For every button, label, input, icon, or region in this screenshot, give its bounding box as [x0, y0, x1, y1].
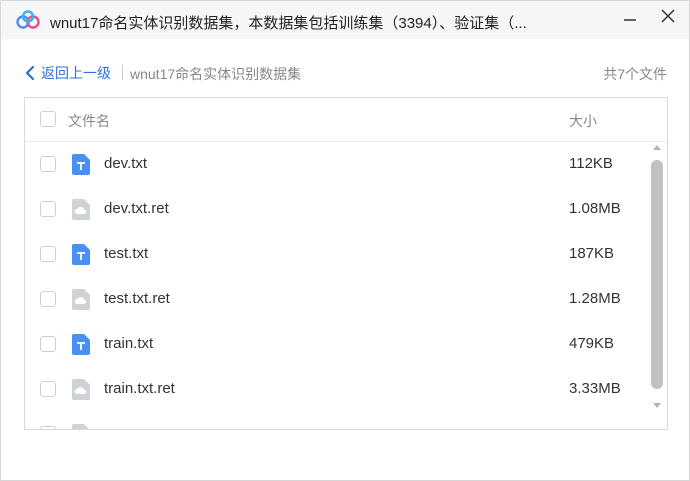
- file-size: 3.33MB: [569, 380, 621, 397]
- file-name: train.txt: [104, 335, 154, 352]
- back-button-label: 返回上一级: [41, 65, 111, 81]
- file-name: test.txt.ret: [104, 290, 170, 307]
- file-row-checkbox[interactable]: [40, 426, 56, 429]
- scrollbar-thumb[interactable]: [651, 160, 663, 389]
- file-name: dev.txt.ret: [104, 200, 169, 217]
- back-button[interactable]: 返回上一级: [23, 63, 111, 83]
- chevron-left-icon: [25, 65, 35, 81]
- generic-file-icon: [72, 379, 90, 400]
- file-list: 文件名 大小 dev.txt 112KB dev.txt.ret 1.08MB test…: [24, 97, 668, 430]
- txt-file-icon: [72, 334, 90, 355]
- navigation-bar: 返回上一级 wnut17命名实体识别数据集 共7个文件: [1, 59, 689, 87]
- txt-file-icon: [72, 154, 90, 175]
- file-size: 1.08MB: [569, 200, 621, 217]
- nav-divider: [122, 65, 123, 80]
- file-row[interactable]: train.txt.ret 3.33MB: [25, 367, 645, 412]
- file-row[interactable]: train.txt 479KB: [25, 322, 645, 367]
- minimize-icon: [624, 19, 636, 21]
- minimize-button[interactable]: [615, 5, 645, 27]
- scroll-up-arrow-icon[interactable]: [653, 145, 661, 150]
- close-button[interactable]: [653, 5, 683, 27]
- file-row-checkbox[interactable]: [40, 246, 56, 262]
- file-name: dev.txt: [104, 155, 148, 172]
- generic-file-icon: [72, 289, 90, 310]
- file-preview-window: wnut17命名实体识别数据集，本数据集包括训练集（3394）、验证集（... …: [0, 0, 690, 481]
- title-bar[interactable]: wnut17命名实体识别数据集，本数据集包括训练集（3394）、验证集（...: [1, 1, 689, 39]
- file-name: train.txt.ret: [104, 380, 175, 397]
- baidu-netdisk-logo-icon: [16, 10, 40, 29]
- column-header-size: 大小: [569, 113, 597, 129]
- file-size: 187KB: [569, 245, 615, 262]
- file-row[interactable]: dev.txt 112KB: [25, 142, 645, 187]
- file-count-label: 共7个文件: [603, 66, 667, 82]
- scroll-down-arrow-icon[interactable]: [653, 403, 661, 408]
- select-all-checkbox[interactable]: [40, 111, 56, 127]
- file-row-checkbox[interactable]: [40, 381, 56, 397]
- file-row[interactable]: test.txt.ret 1.28MB: [25, 277, 645, 322]
- window-title: wnut17命名实体识别数据集，本数据集包括训练集（3394）、验证集（...: [50, 15, 527, 32]
- file-size: 479KB: [569, 335, 615, 352]
- generic-file-icon: [72, 199, 90, 220]
- close-icon: [661, 9, 675, 23]
- file-row[interactable]: test.txt 187KB: [25, 232, 645, 277]
- file-size: 1.28MB: [569, 290, 621, 307]
- generic-file-icon: [72, 424, 89, 429]
- txt-file-icon: [72, 244, 90, 265]
- file-row[interactable]: [25, 412, 645, 429]
- file-list-header: 文件名 大小: [25, 98, 667, 142]
- file-row-checkbox[interactable]: [40, 156, 56, 172]
- file-row-checkbox[interactable]: [40, 201, 56, 217]
- column-header-name: 文件名: [68, 113, 110, 129]
- file-row[interactable]: dev.txt.ret 1.08MB: [25, 187, 645, 232]
- file-row-checkbox[interactable]: [40, 291, 56, 307]
- current-folder-name: wnut17命名实体识别数据集: [130, 66, 302, 82]
- file-size: 112KB: [569, 155, 613, 172]
- file-name: test.txt: [104, 245, 149, 262]
- file-row-checkbox[interactable]: [40, 336, 56, 352]
- scrollbar[interactable]: [650, 145, 664, 411]
